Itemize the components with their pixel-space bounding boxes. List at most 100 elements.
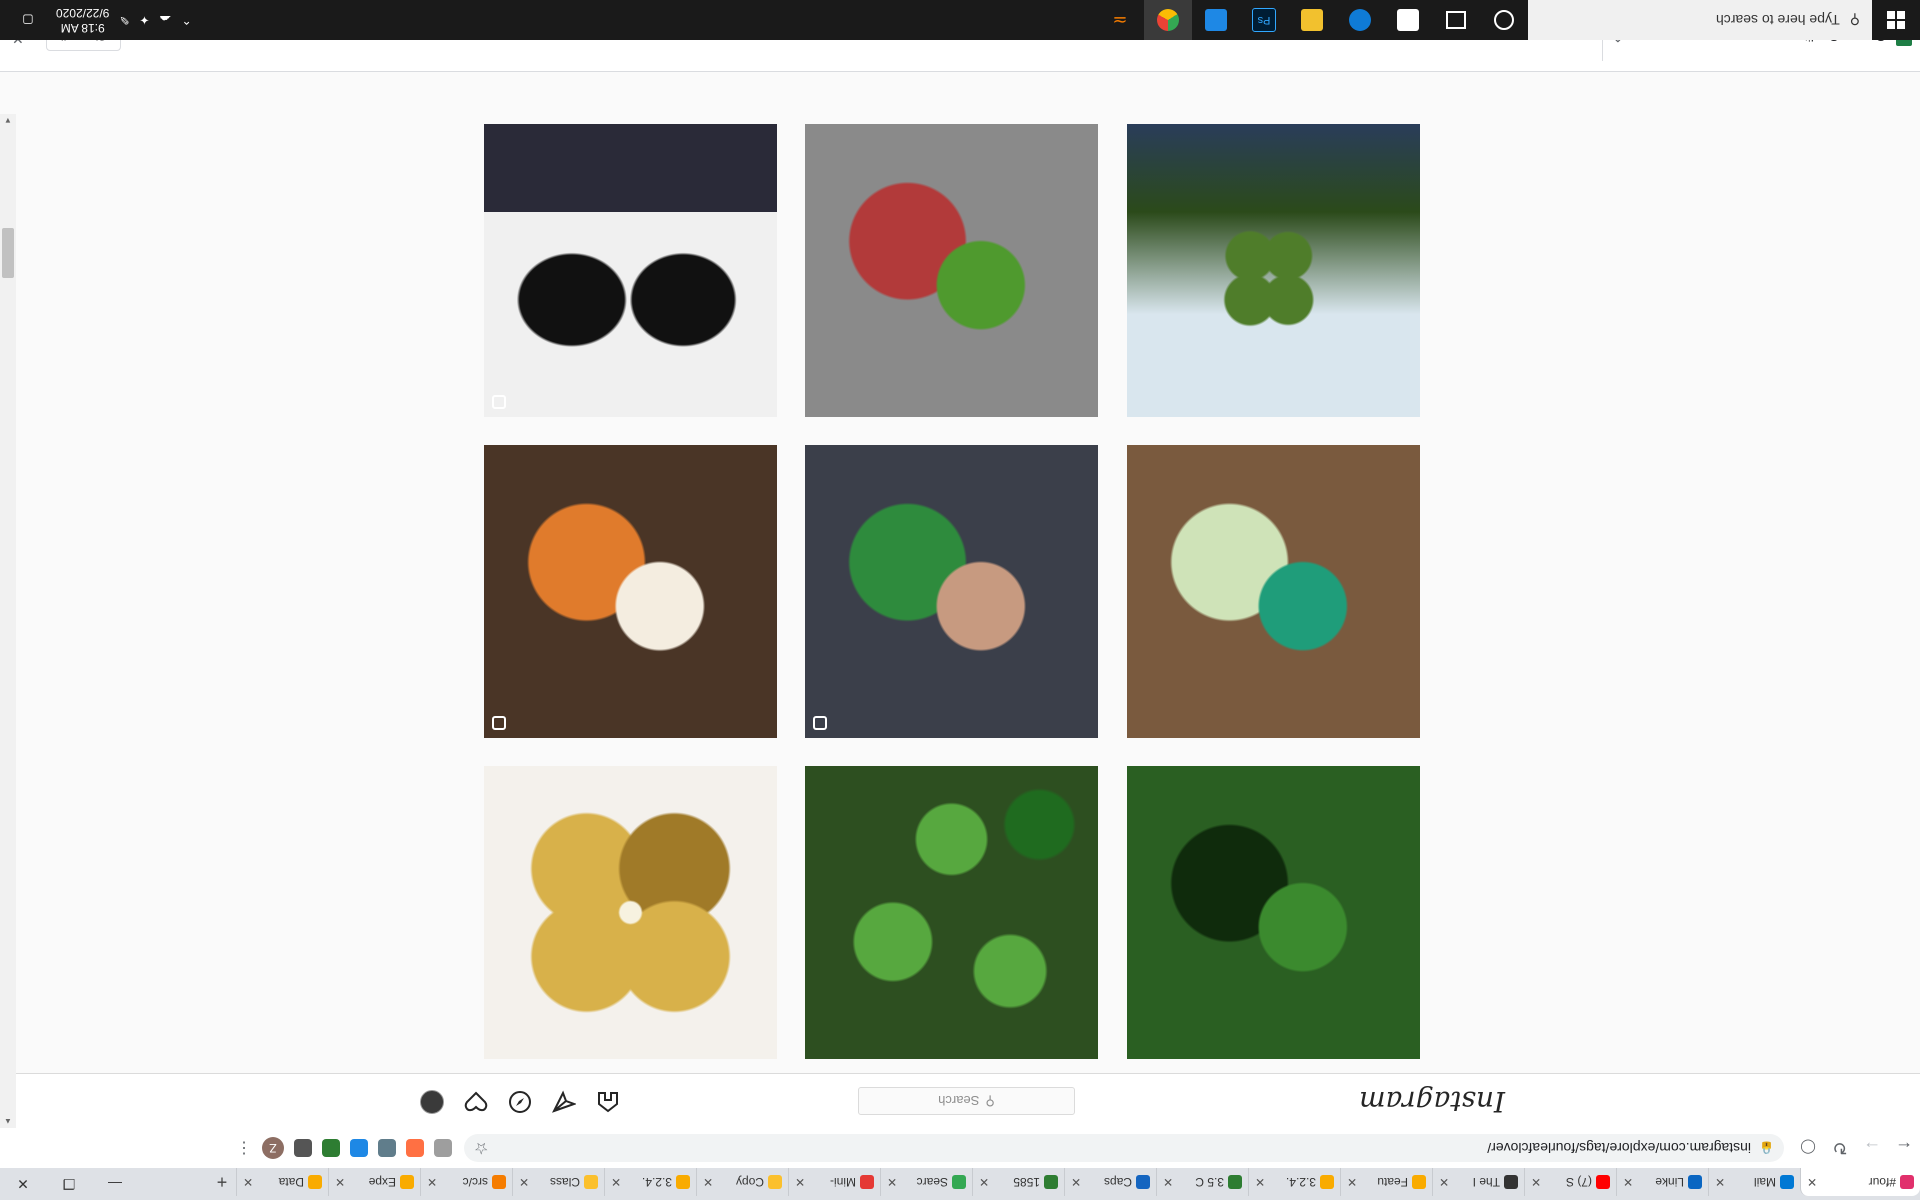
tab-close-icon[interactable]: ✕ bbox=[1715, 1175, 1725, 1189]
tab-close-icon[interactable]: ✕ bbox=[1071, 1175, 1081, 1189]
edge-icon[interactable] bbox=[1336, 0, 1384, 40]
taskbar-search-box[interactable]: ⚲ Type here to search bbox=[1528, 0, 1872, 40]
chevron-up-icon[interactable]: ⌃ bbox=[182, 13, 192, 27]
microsoft-store-icon[interactable] bbox=[1384, 0, 1432, 40]
browser-tab[interactable]: Linke ✕ bbox=[1616, 1168, 1708, 1196]
close-window-button[interactable]: ✕ bbox=[0, 1168, 46, 1200]
scroll-up-arrow[interactable]: ▲ bbox=[4, 1117, 12, 1126]
post-thumbnail-clover-bracelet[interactable] bbox=[805, 445, 1098, 738]
browser-tab[interactable]: Caps ✕ bbox=[1064, 1168, 1156, 1196]
tab-title: 3.2.4. bbox=[641, 1175, 672, 1189]
tab-close-icon[interactable]: ✕ bbox=[979, 1175, 989, 1189]
photos-app-icon[interactable] bbox=[1192, 0, 1240, 40]
back-button[interactable]: ← bbox=[1888, 1132, 1920, 1164]
tab-close-icon[interactable]: ✕ bbox=[795, 1175, 805, 1189]
browser-tab[interactable]: Class ✕ bbox=[512, 1168, 604, 1196]
scroll-down-arrow[interactable]: ▼ bbox=[4, 116, 12, 125]
tab-close-icon[interactable]: ✕ bbox=[519, 1175, 529, 1189]
shield-icon[interactable]: ◯ bbox=[1792, 1132, 1824, 1164]
extension-icon[interactable] bbox=[378, 1139, 396, 1157]
tab-close-icon[interactable]: ✕ bbox=[611, 1175, 621, 1189]
new-tab-button[interactable]: + bbox=[208, 1168, 236, 1196]
tab-close-icon[interactable]: ✕ bbox=[335, 1175, 345, 1189]
address-bar[interactable]: 🔒 instagram.com/explore/tags/fourleafclo… bbox=[464, 1134, 1784, 1162]
cortana-icon[interactable] bbox=[1480, 0, 1528, 40]
dropbox-icon[interactable]: ✦ bbox=[139, 13, 149, 27]
instagram-search-input[interactable]: ⚲ Search bbox=[858, 1087, 1075, 1115]
tab-close-icon[interactable]: ✕ bbox=[427, 1175, 437, 1189]
clock-time: 9:18 AM bbox=[60, 21, 105, 35]
tab-close-icon[interactable]: ✕ bbox=[887, 1175, 897, 1189]
post-thumbnail-two-men-shirts[interactable] bbox=[484, 124, 777, 417]
browser-toolbar: ← → ↻ ◯ 🔒 instagram.com/explore/tags/fou… bbox=[0, 1127, 1920, 1168]
browser-tab[interactable]: 3.2.4. ✕ bbox=[1248, 1168, 1340, 1196]
tab-close-icon[interactable]: ✕ bbox=[1623, 1175, 1633, 1189]
scroll-thumb[interactable] bbox=[2, 228, 14, 278]
browser-tab[interactable]: The I ✕ bbox=[1432, 1168, 1524, 1196]
browser-tab[interactable]: Copy ✕ bbox=[696, 1168, 788, 1196]
pen-icon[interactable]: ✎ bbox=[119, 13, 129, 27]
extension-icon[interactable] bbox=[434, 1139, 452, 1157]
lock-icon: 🔒 bbox=[1759, 1141, 1774, 1155]
tab-close-icon[interactable]: ✕ bbox=[243, 1175, 253, 1189]
tab-favicon-icon bbox=[1136, 1175, 1150, 1189]
post-thumbnail-clover-patch[interactable] bbox=[805, 766, 1098, 1059]
post-thumbnail-clover-pendant[interactable] bbox=[1127, 445, 1420, 738]
tab-title: The I bbox=[1472, 1175, 1500, 1189]
browser-tab[interactable]: src/c ✕ bbox=[420, 1168, 512, 1196]
direct-message-icon[interactable] bbox=[552, 1090, 576, 1114]
chrome-icon[interactable] bbox=[1144, 0, 1192, 40]
browser-tab[interactable]: Data ✕ bbox=[236, 1168, 328, 1196]
tab-close-icon[interactable]: ✕ bbox=[1163, 1175, 1173, 1189]
tab-close-icon[interactable]: ✕ bbox=[1807, 1175, 1817, 1189]
post-thumbnail-clover-in-hand[interactable] bbox=[1127, 766, 1420, 1059]
tab-close-icon[interactable]: ✕ bbox=[1347, 1175, 1357, 1189]
instagram-logo[interactable]: Instagram bbox=[1359, 1085, 1505, 1118]
post-thumbnail-clover-held-fingers[interactable] bbox=[805, 124, 1098, 417]
tab-close-icon[interactable]: ✕ bbox=[1439, 1175, 1449, 1189]
post-thumbnail-four-leaf-clover-sky[interactable] bbox=[1127, 124, 1420, 417]
profile-avatar[interactable]: Z bbox=[262, 1137, 284, 1159]
cloud-icon[interactable]: ☁ bbox=[160, 13, 172, 27]
extension-icon[interactable] bbox=[294, 1139, 312, 1157]
post-thumbnail-doll-with-clover-dress[interactable] bbox=[484, 445, 777, 738]
tab-close-icon[interactable]: ✕ bbox=[703, 1175, 713, 1189]
browser-tab[interactable]: Searc ✕ bbox=[880, 1168, 972, 1196]
clock-date: 9/22/2020 bbox=[56, 6, 110, 20]
explore-compass-icon[interactable] bbox=[508, 1090, 532, 1114]
page-scrollbar[interactable]: ▲ ▼ bbox=[0, 114, 16, 1128]
browser-menu-icon[interactable]: ⋮ bbox=[236, 1138, 252, 1158]
tab-close-icon[interactable]: ✕ bbox=[1531, 1175, 1541, 1189]
extension-icon[interactable] bbox=[322, 1139, 340, 1157]
browser-tab[interactable]: Mail ✕ bbox=[1708, 1168, 1800, 1196]
browser-tab[interactable]: Mini- ✕ bbox=[788, 1168, 880, 1196]
windows-taskbar: ⚲ Type here to search Ps ≃ ⌃ ☁ ✦ ✎ 9:18 … bbox=[0, 0, 1920, 40]
browser-tab[interactable]: Featu ✕ bbox=[1340, 1168, 1432, 1196]
task-view-icon[interactable] bbox=[1432, 0, 1480, 40]
extension-icon[interactable] bbox=[350, 1139, 368, 1157]
user-avatar[interactable] bbox=[420, 1090, 444, 1114]
tab-favicon-icon bbox=[1504, 1175, 1518, 1189]
media-app-icon[interactable]: ≃ bbox=[1096, 0, 1144, 40]
reload-button[interactable]: ↻ bbox=[1824, 1132, 1856, 1164]
windows-start-button[interactable] bbox=[1872, 0, 1920, 40]
minimize-button[interactable]: — bbox=[92, 1168, 138, 1200]
browser-tab[interactable]: (7) S ✕ bbox=[1524, 1168, 1616, 1196]
taskbar-clock[interactable]: 9:18 AM 9/22/2020 bbox=[56, 5, 109, 35]
tab-close-icon[interactable]: ✕ bbox=[1255, 1175, 1265, 1189]
post-thumbnail-gold-clover-brooch[interactable] bbox=[484, 766, 777, 1059]
photoshop-icon[interactable]: Ps bbox=[1240, 0, 1288, 40]
activity-heart-icon[interactable] bbox=[464, 1090, 488, 1114]
home-icon[interactable] bbox=[596, 1090, 620, 1114]
file-explorer-icon[interactable] bbox=[1288, 0, 1336, 40]
notification-icon[interactable]: ▢ bbox=[10, 0, 46, 40]
browser-tab[interactable]: 3.2.4. ✕ bbox=[604, 1168, 696, 1196]
browser-tab[interactable]: 3.5 C ✕ bbox=[1156, 1168, 1248, 1196]
maximize-button[interactable]: ❐ bbox=[46, 1168, 92, 1200]
forward-button[interactable]: → bbox=[1856, 1132, 1888, 1164]
browser-tab[interactable]: 1585 ✕ bbox=[972, 1168, 1064, 1196]
extension-icon[interactable] bbox=[406, 1139, 424, 1157]
browser-tab[interactable]: Expe ✕ bbox=[328, 1168, 420, 1196]
browser-tab[interactable]: #four ✕ bbox=[1800, 1168, 1920, 1196]
bookmark-star-icon[interactable]: ☆ bbox=[474, 1138, 488, 1158]
